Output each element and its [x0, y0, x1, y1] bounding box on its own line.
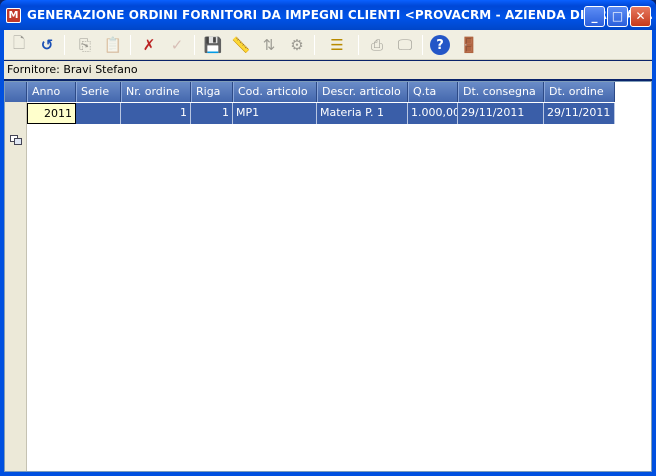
list-options-icon[interactable]: ☰	[322, 34, 352, 56]
cell-descr-articolo[interactable]: Materia P. 1	[317, 103, 408, 124]
title-bar[interactable]: M GENERAZIONE ORDINI FORNITORI DA IMPEGN…	[0, 0, 656, 30]
toolbar-separator	[422, 35, 423, 55]
delete-check-icon[interactable]: ✗	[138, 34, 160, 56]
table-row[interactable]: 2011 1 1 MP1 Materia P. 1 1.000,00 29/11…	[27, 103, 615, 124]
window-title: GENERAZIONE ORDINI FORNITORI DA IMPEGNI …	[27, 8, 654, 22]
undo-icon[interactable]: ↺	[36, 34, 58, 56]
column-header-dt-ordine[interactable]: Dt. ordine	[544, 82, 615, 102]
column-header-serie[interactable]: Serie	[76, 82, 121, 102]
toolbar-separator	[130, 35, 131, 55]
cell-dt-ordine[interactable]: 29/11/2011	[544, 103, 615, 124]
supplier-bar: Fornitore: Bravi Stefano	[4, 61, 652, 79]
toolbar-separator	[64, 35, 65, 55]
toolbar-separator	[358, 35, 359, 55]
validate-icon[interactable]: ✓	[166, 34, 188, 56]
cell-cod-articolo[interactable]: MP1	[233, 103, 317, 124]
column-header-riga[interactable]: Riga	[191, 82, 233, 102]
monitor-icon[interactable]: 🖵	[394, 34, 416, 56]
help-icon[interactable]: ?	[430, 35, 450, 55]
column-header-dt-consegna[interactable]: Dt. consegna	[458, 82, 544, 102]
new-document-icon[interactable]: 🗋	[8, 34, 30, 56]
column-header-anno[interactable]: Anno	[27, 82, 76, 102]
save-icon[interactable]: 💾	[202, 34, 224, 56]
column-header-nr-ordine[interactable]: Nr. ordine	[121, 82, 191, 102]
close-button[interactable]: ✕	[630, 6, 651, 27]
cell-riga[interactable]: 1	[191, 103, 233, 124]
settings-gear-icon[interactable]: ⚙	[286, 34, 308, 56]
maximize-button[interactable]: □	[607, 6, 628, 27]
row-selector-icon[interactable]	[10, 135, 22, 148]
grid-header: Anno Serie Nr. ordine Riga Cod. articolo…	[27, 82, 615, 102]
app-logo-icon[interactable]: M	[6, 8, 21, 23]
column-header-cod-articolo[interactable]: Cod. articolo	[233, 82, 317, 102]
minimize-button[interactable]: _	[584, 6, 605, 27]
cell-serie[interactable]	[76, 103, 121, 124]
window-frame-right	[652, 30, 656, 476]
column-header-qta[interactable]: Q.ta	[408, 82, 458, 102]
exit-door-icon[interactable]: 🚪	[458, 34, 480, 56]
copy-icon[interactable]: ⎘	[74, 34, 96, 56]
paste-icon[interactable]: 📋	[102, 34, 124, 56]
application-window: M GENERAZIONE ORDINI FORNITORI DA IMPEGN…	[0, 0, 656, 476]
ruler-icon[interactable]: 📏	[230, 34, 252, 56]
toolbar: 🗋 ↺ ⎘ 📋 ✗ ✓ 💾 📏 ⇅ ⚙ ☰ ⎙ 🖵 ? 🚪	[4, 30, 652, 60]
sort-az-icon[interactable]: ⇅	[258, 34, 280, 56]
cell-dt-consegna[interactable]: 29/11/2011	[458, 103, 544, 124]
toolbar-separator	[194, 35, 195, 55]
orders-grid[interactable]: Anno Serie Nr. ordine Riga Cod. articolo…	[4, 81, 652, 472]
cell-nr-ordine[interactable]: 1	[121, 103, 191, 124]
cell-anno[interactable]: 2011	[27, 103, 76, 124]
supplier-label: Fornitore: Bravi Stefano	[7, 63, 138, 76]
toolbar-separator	[314, 35, 315, 55]
column-header-descr-articolo[interactable]: Descr. articolo	[317, 82, 408, 102]
window-frame-bottom	[0, 472, 656, 476]
cell-qta[interactable]: 1.000,00	[408, 103, 458, 124]
print-icon[interactable]: ⎙	[366, 34, 388, 56]
grid-corner[interactable]	[5, 82, 27, 102]
